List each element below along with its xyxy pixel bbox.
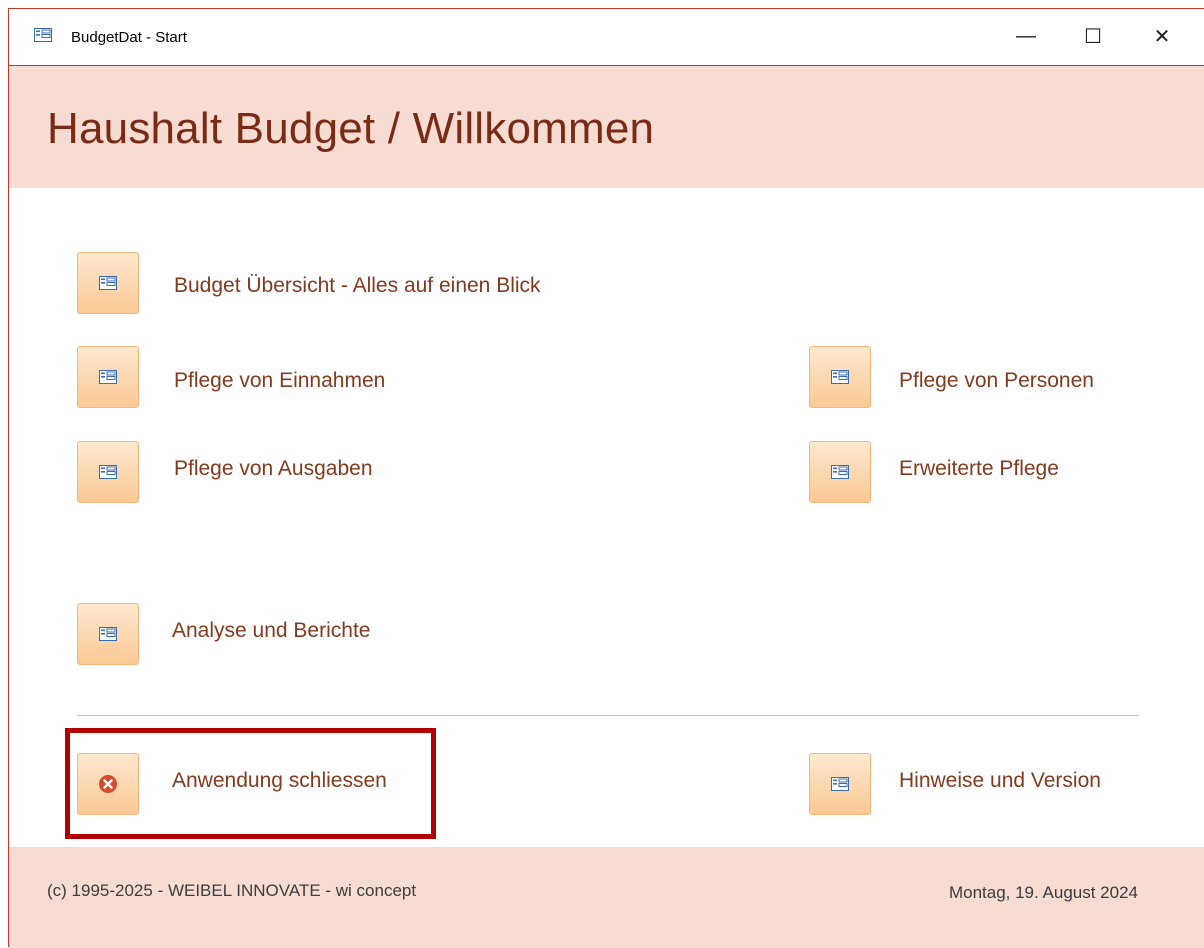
overview-label[interactable]: Budget Übersicht - Alles auf einen Blick bbox=[174, 274, 541, 298]
form-icon bbox=[831, 777, 849, 791]
form-icon bbox=[34, 28, 52, 42]
copyright-text: (c) 1995-2025 - WEIBEL INNOVATE - wi con… bbox=[47, 881, 417, 900]
overview-button[interactable] bbox=[77, 252, 139, 314]
expenses-label[interactable]: Pflege von Ausgaben bbox=[174, 457, 373, 481]
persons-button[interactable] bbox=[809, 346, 871, 408]
form-icon bbox=[831, 370, 849, 384]
extended-button[interactable] bbox=[809, 441, 871, 503]
form-icon bbox=[99, 276, 117, 290]
info-label[interactable]: Hinweise und Version bbox=[899, 769, 1101, 793]
app-window: BudgetDat - Start — ☐ ✕ Haushalt Budget … bbox=[8, 8, 1204, 948]
form-icon bbox=[99, 370, 117, 384]
page-header: Haushalt Budget / Willkommen bbox=[9, 66, 1204, 188]
title-bar: BudgetDat - Start — ☐ ✕ bbox=[9, 9, 1204, 66]
close-circle-icon bbox=[99, 775, 117, 793]
date-text: Montag, 19. August 2024 bbox=[948, 883, 1138, 902]
form-icon bbox=[99, 627, 117, 641]
expenses-button[interactable] bbox=[77, 441, 139, 503]
form-icon bbox=[99, 465, 117, 479]
window-title: BudgetDat - Start bbox=[71, 29, 187, 46]
income-button[interactable] bbox=[77, 346, 139, 408]
page-title: Haushalt Budget / Willkommen bbox=[47, 104, 655, 153]
analysis-button[interactable] bbox=[77, 603, 139, 665]
analysis-label[interactable]: Analyse und Berichte bbox=[172, 619, 370, 643]
maximize-button[interactable]: ☐ bbox=[1073, 21, 1113, 51]
minimize-button[interactable]: — bbox=[1006, 21, 1046, 51]
close-window-button[interactable]: ✕ bbox=[1142, 21, 1182, 51]
close-app-button[interactable] bbox=[77, 753, 139, 815]
info-button[interactable] bbox=[809, 753, 871, 815]
page-footer: (c) 1995-2025 - WEIBEL INNOVATE - wi con… bbox=[9, 847, 1204, 948]
section-divider bbox=[77, 715, 1139, 716]
extended-label[interactable]: Erweiterte Pflege bbox=[899, 457, 1059, 481]
income-label[interactable]: Pflege von Einnahmen bbox=[174, 369, 385, 393]
persons-label[interactable]: Pflege von Personen bbox=[899, 369, 1094, 393]
form-icon bbox=[831, 465, 849, 479]
close-app-label[interactable]: Anwendung schliessen bbox=[172, 769, 387, 793]
